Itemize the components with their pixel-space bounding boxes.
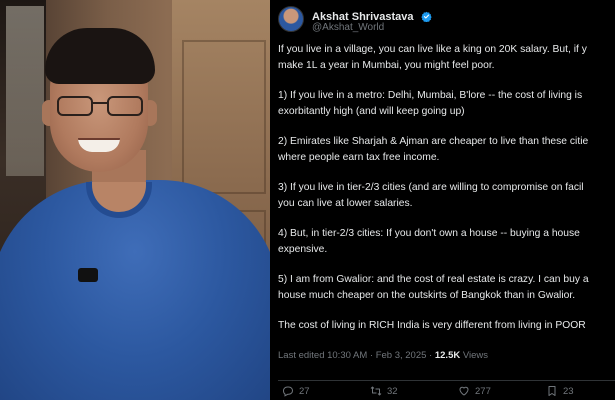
- photo-person-hair: [45, 28, 155, 84]
- tweet-text: If you live in a village, you can live l…: [278, 42, 615, 334]
- author-handle[interactable]: @Akshat_World: [312, 22, 384, 33]
- tweet-line: where people earn tax free income.: [278, 151, 440, 163]
- reply-button[interactable]: 27: [282, 385, 310, 397]
- tweet-line: house much cheaper on the outskirts of B…: [278, 289, 576, 301]
- photo-person-glasses: [57, 96, 143, 118]
- like-button[interactable]: 277: [458, 385, 491, 397]
- like-count: 277: [475, 385, 491, 397]
- tweet-line: you can live at lower salaries.: [278, 197, 413, 209]
- reply-count: 27: [299, 385, 310, 397]
- edited-timestamp[interactable]: Last edited 10:30 AM · Feb 3, 2025 ·: [278, 350, 435, 361]
- bookmark-button[interactable]: 23: [546, 385, 574, 397]
- tweet-paragraph: If you live in a village, you can live l…: [278, 42, 615, 73]
- tweet-line: expensive.: [278, 243, 328, 255]
- tweet-line: 1) If you live in a metro: Delhi, Mumbai…: [278, 90, 583, 101]
- bookmark-count: 23: [563, 385, 574, 397]
- tweet-meta: Last edited 10:30 AM · Feb 3, 2025 · 12.…: [278, 350, 488, 361]
- author-avatar[interactable]: [278, 6, 304, 32]
- reply-icon: [282, 386, 294, 397]
- author-display-name[interactable]: Akshat Shrivastava: [312, 11, 414, 23]
- verified-badge-icon: [421, 11, 432, 23]
- photo-background-window: [6, 6, 44, 176]
- views-label: Views: [460, 350, 489, 361]
- tweet-line: The cost of living in RICH India is very…: [278, 320, 586, 331]
- tweet-paragraph: 3) If you live in tier-2/3 cities (and a…: [278, 180, 615, 211]
- tweet-line: If you live in a village, you can live l…: [278, 44, 587, 55]
- tweet-paragraph: 1) If you live in a metro: Delhi, Mumbai…: [278, 88, 615, 119]
- tweet-header: Akshat Shrivastava @Akshat_World: [278, 6, 615, 36]
- tweet-paragraph: 2) Emirates like Sharjah & Ajman are che…: [278, 134, 615, 165]
- photo-lapel-mic: [78, 268, 98, 282]
- repost-count: 32: [387, 385, 398, 397]
- repost-button[interactable]: 32: [370, 385, 398, 397]
- tweet-line: 4) But, in tier-2/3 cities: If you don't…: [278, 228, 580, 239]
- tweet-line: exorbitantly high (and will keep going u…: [278, 105, 465, 117]
- heart-icon: [459, 386, 469, 396]
- tweet-card: Akshat Shrivastava @Akshat_World If you …: [270, 0, 615, 400]
- tweet-paragraph: 4) But, in tier-2/3 cities: If you don't…: [278, 226, 615, 257]
- tweet-paragraph: The cost of living in RICH India is very…: [278, 318, 615, 334]
- tweet-action-bar: 27 32 277 23: [278, 380, 615, 398]
- profile-photo: [0, 0, 270, 400]
- tweet-line: 5) I am from Gwalior: and the cost of re…: [278, 274, 589, 285]
- repost-icon: [370, 386, 382, 396]
- tweet-line: 2) Emirates like Sharjah & Ajman are che…: [278, 136, 589, 147]
- tweet-paragraph: 5) I am from Gwalior: and the cost of re…: [278, 272, 615, 303]
- views-count: 12.5K: [434, 350, 461, 361]
- tweet-line: 3) If you live in tier-2/3 cities (and a…: [278, 182, 584, 193]
- tweet-line: make 1L a year in Mumbai, you might feel…: [278, 59, 495, 71]
- bookmark-icon: [548, 386, 556, 396]
